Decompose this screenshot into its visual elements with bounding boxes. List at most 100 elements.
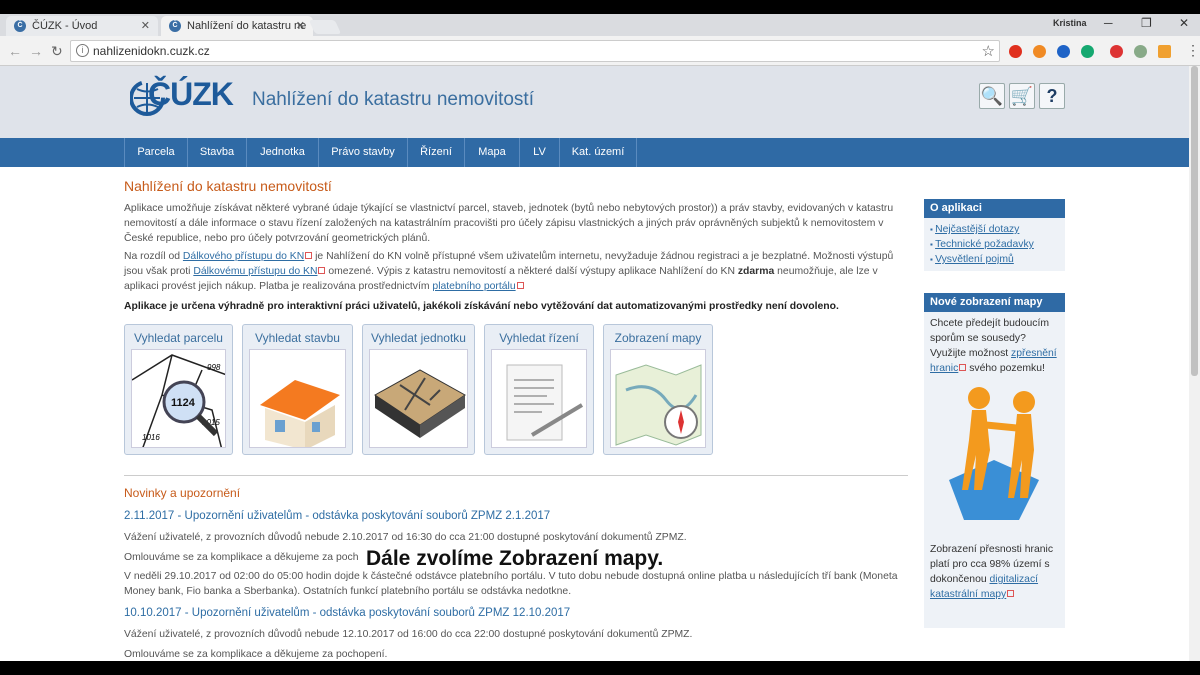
play-extension-icon[interactable]	[1057, 45, 1070, 58]
close-tab-icon[interactable]: ✕	[296, 19, 305, 32]
tile-label: Vyhledat parcelu	[134, 331, 223, 345]
cuzk-favicon: Č	[169, 20, 181, 32]
handshake-puzzle-icon	[949, 387, 1039, 520]
minimize-icon[interactable]: ─	[1104, 16, 1113, 30]
cuzk-favicon: Č	[14, 20, 26, 32]
logo-text: ČÚZK	[148, 76, 234, 112]
address-bar[interactable]: i nahlizenidokn.cuzk.cz ☆	[70, 40, 1000, 62]
news-heading-link[interactable]: 10.10.2017 - Upozornění uživatelům - ods…	[124, 607, 570, 619]
nav-pravo-stavby[interactable]: Právo stavby	[318, 138, 407, 167]
text: omezené. Výpis z katastru nemovitostí a …	[325, 266, 738, 277]
nav-stavba[interactable]: Stavba	[187, 138, 246, 167]
tile-label: Vyhledat stavbu	[255, 331, 340, 345]
extension-icon[interactable]	[1033, 45, 1046, 58]
web-page: ČÚZK Nahlížení do katastru nemovitostí 🔍…	[0, 66, 1189, 661]
search-icon[interactable]: 🔍	[979, 83, 1005, 109]
parcel-num: 1016	[142, 433, 160, 442]
parcel-map-icon: 998 1015 1016 1124	[131, 349, 226, 448]
grammarly-icon[interactable]	[1081, 45, 1094, 58]
profile-name[interactable]: Kristina	[1053, 18, 1087, 28]
text: svého pozemku!	[966, 363, 1045, 374]
puzzle-extension-icon[interactable]	[1134, 45, 1147, 58]
tile-search-unit[interactable]: Vyhledat jednotku	[362, 324, 475, 455]
new-tab-button[interactable]	[308, 20, 342, 34]
scrollbar-thumb[interactable]	[1191, 66, 1198, 376]
nav-jednotka[interactable]: Jednotka	[246, 138, 318, 167]
scrollbar[interactable]	[1189, 66, 1200, 661]
nav-parcela[interactable]: Parcela	[124, 138, 187, 167]
tab-title: Nahlížení do katastru ne	[187, 20, 307, 32]
forward-icon[interactable]: →	[29, 43, 43, 59]
page-title: Nahlížení do katastru nemovitostí	[124, 178, 332, 194]
url-text: nahlizenidokn.cuzk.cz	[93, 44, 210, 58]
news-text: Omlouváme se za komplikace a děkujeme za…	[124, 649, 388, 660]
news-title: Novinky a upozornění	[124, 486, 241, 500]
faq-link[interactable]: Nejčastější dotazy	[930, 222, 1065, 237]
tab-title: ČÚZK - Úvod	[32, 20, 98, 32]
bookmark-star-icon[interactable]: ☆	[982, 42, 995, 60]
tile-label: Vyhledat řízení	[499, 331, 579, 345]
external-link-icon	[1007, 590, 1015, 597]
site-header: ČÚZK Nahlížení do katastru nemovitostí 🔍…	[0, 66, 1189, 138]
info-icon[interactable]: i	[76, 44, 89, 57]
menu-icon[interactable]: ⋮	[1186, 42, 1200, 59]
tile-search-parcel[interactable]: Vyhledat parcelu 998 1015 1016 1124	[124, 324, 233, 455]
link-text[interactable]: Vysvětlení pojmů	[935, 254, 1014, 265]
help-icon[interactable]: ?	[1039, 83, 1065, 109]
news-text: Vážení uživatelé, z provozních důvodů ne…	[124, 532, 687, 543]
new-map-box: Nové zobrazení mapy Chcete předejít budo…	[924, 293, 1065, 628]
remote-access-link[interactable]: Dálkového přístupu do KN	[183, 251, 304, 262]
reload-icon[interactable]: ↻	[51, 43, 63, 60]
tab-strip: Č ČÚZK - Úvod ✕ Č Nahlížení do katastru …	[0, 14, 1200, 36]
notice-paragraph: Aplikace je určena výhradně pro interakt…	[124, 301, 839, 312]
nav-rizeni[interactable]: Řízení	[407, 138, 464, 167]
access-paragraph: Na rozdíl od Dálkového přístupu do KN je…	[124, 249, 909, 294]
text: Na rozdíl od	[124, 251, 183, 262]
close-tab-icon[interactable]: ✕	[141, 19, 150, 32]
tab-nahlizeni[interactable]: Č Nahlížení do katastru ne ✕	[161, 16, 313, 36]
red-extension-icon[interactable]	[1110, 45, 1123, 58]
news-text: Vážení uživatelé, z provozních důvodů ne…	[124, 629, 693, 640]
tile-label: Zobrazení mapy	[614, 331, 702, 345]
parcel-number: 1124	[171, 397, 196, 409]
tile-label: Vyhledat jednotku	[371, 331, 466, 345]
mail-extension-icon[interactable]	[1158, 45, 1171, 58]
tile-map-view[interactable]: Zobrazení mapy	[603, 324, 713, 455]
link-text[interactable]: Technické požadavky	[935, 239, 1034, 250]
remote-access-link-2[interactable]: Dálkovému přístupu do KN	[193, 266, 317, 277]
map-compass-icon	[610, 349, 706, 448]
nav-mapa[interactable]: Mapa	[464, 138, 519, 167]
parcel-num: 998	[207, 363, 221, 372]
external-link-icon	[516, 282, 524, 289]
link-text[interactable]: Nejčastější dotazy	[935, 224, 1019, 235]
about-box: O aplikaci Nejčastější dotazy Technické …	[924, 199, 1065, 271]
window-close-icon[interactable]: ✕	[1179, 16, 1189, 30]
document-pen-icon	[491, 349, 587, 448]
nav-kat-uzemi[interactable]: Kat. území	[559, 138, 637, 167]
video-caption: Dále zvolíme Zobrazení mapy.	[364, 547, 666, 571]
accuracy-text: Zobrazení přesnosti hranic platí pro cca…	[924, 538, 1065, 606]
floorplan-icon	[369, 349, 468, 448]
cart-icon[interactable]: 🛒	[1009, 83, 1035, 109]
main-nav: Parcela Stavba Jednotka Právo stavby Říz…	[0, 138, 1189, 167]
news-heading-link[interactable]: 2.11.2017 - Upozornění uživatelům - odst…	[124, 510, 550, 522]
browser-window: Č ČÚZK - Úvod ✕ Č Nahlížení do katastru …	[0, 14, 1200, 661]
toolbar: ← → ↻ i nahlizenidokn.cuzk.cz ☆ ⋮	[0, 36, 1200, 66]
nav-lv[interactable]: LV	[519, 138, 559, 167]
glossary-link[interactable]: Vysvětlení pojmů	[930, 252, 1065, 267]
maximize-icon[interactable]: ❐	[1141, 16, 1152, 30]
opera-extension-icon[interactable]	[1009, 45, 1022, 58]
new-map-text: Chcete předejít budoucím sporům se souse…	[924, 312, 1065, 380]
payment-portal-link[interactable]: platebního portálu	[432, 281, 515, 292]
tech-req-link[interactable]: Technické požadavky	[930, 237, 1065, 252]
new-map-title: Nové zobrazení mapy	[924, 293, 1065, 312]
intro-paragraph: Aplikace umožňuje získávat některé vybra…	[124, 203, 894, 244]
free-bold: zdarma	[737, 266, 775, 277]
house-icon	[249, 349, 346, 448]
back-icon[interactable]: ←	[8, 43, 22, 59]
site-title: Nahlížení do katastru nemovitostí	[252, 89, 534, 110]
tab-cuzk-uvod[interactable]: Č ČÚZK - Úvod ✕	[6, 16, 158, 36]
tile-search-building[interactable]: Vyhledat stavbu	[242, 324, 353, 455]
about-title: O aplikaci	[924, 199, 1065, 218]
tile-search-proceedings[interactable]: Vyhledat řízení	[484, 324, 594, 455]
